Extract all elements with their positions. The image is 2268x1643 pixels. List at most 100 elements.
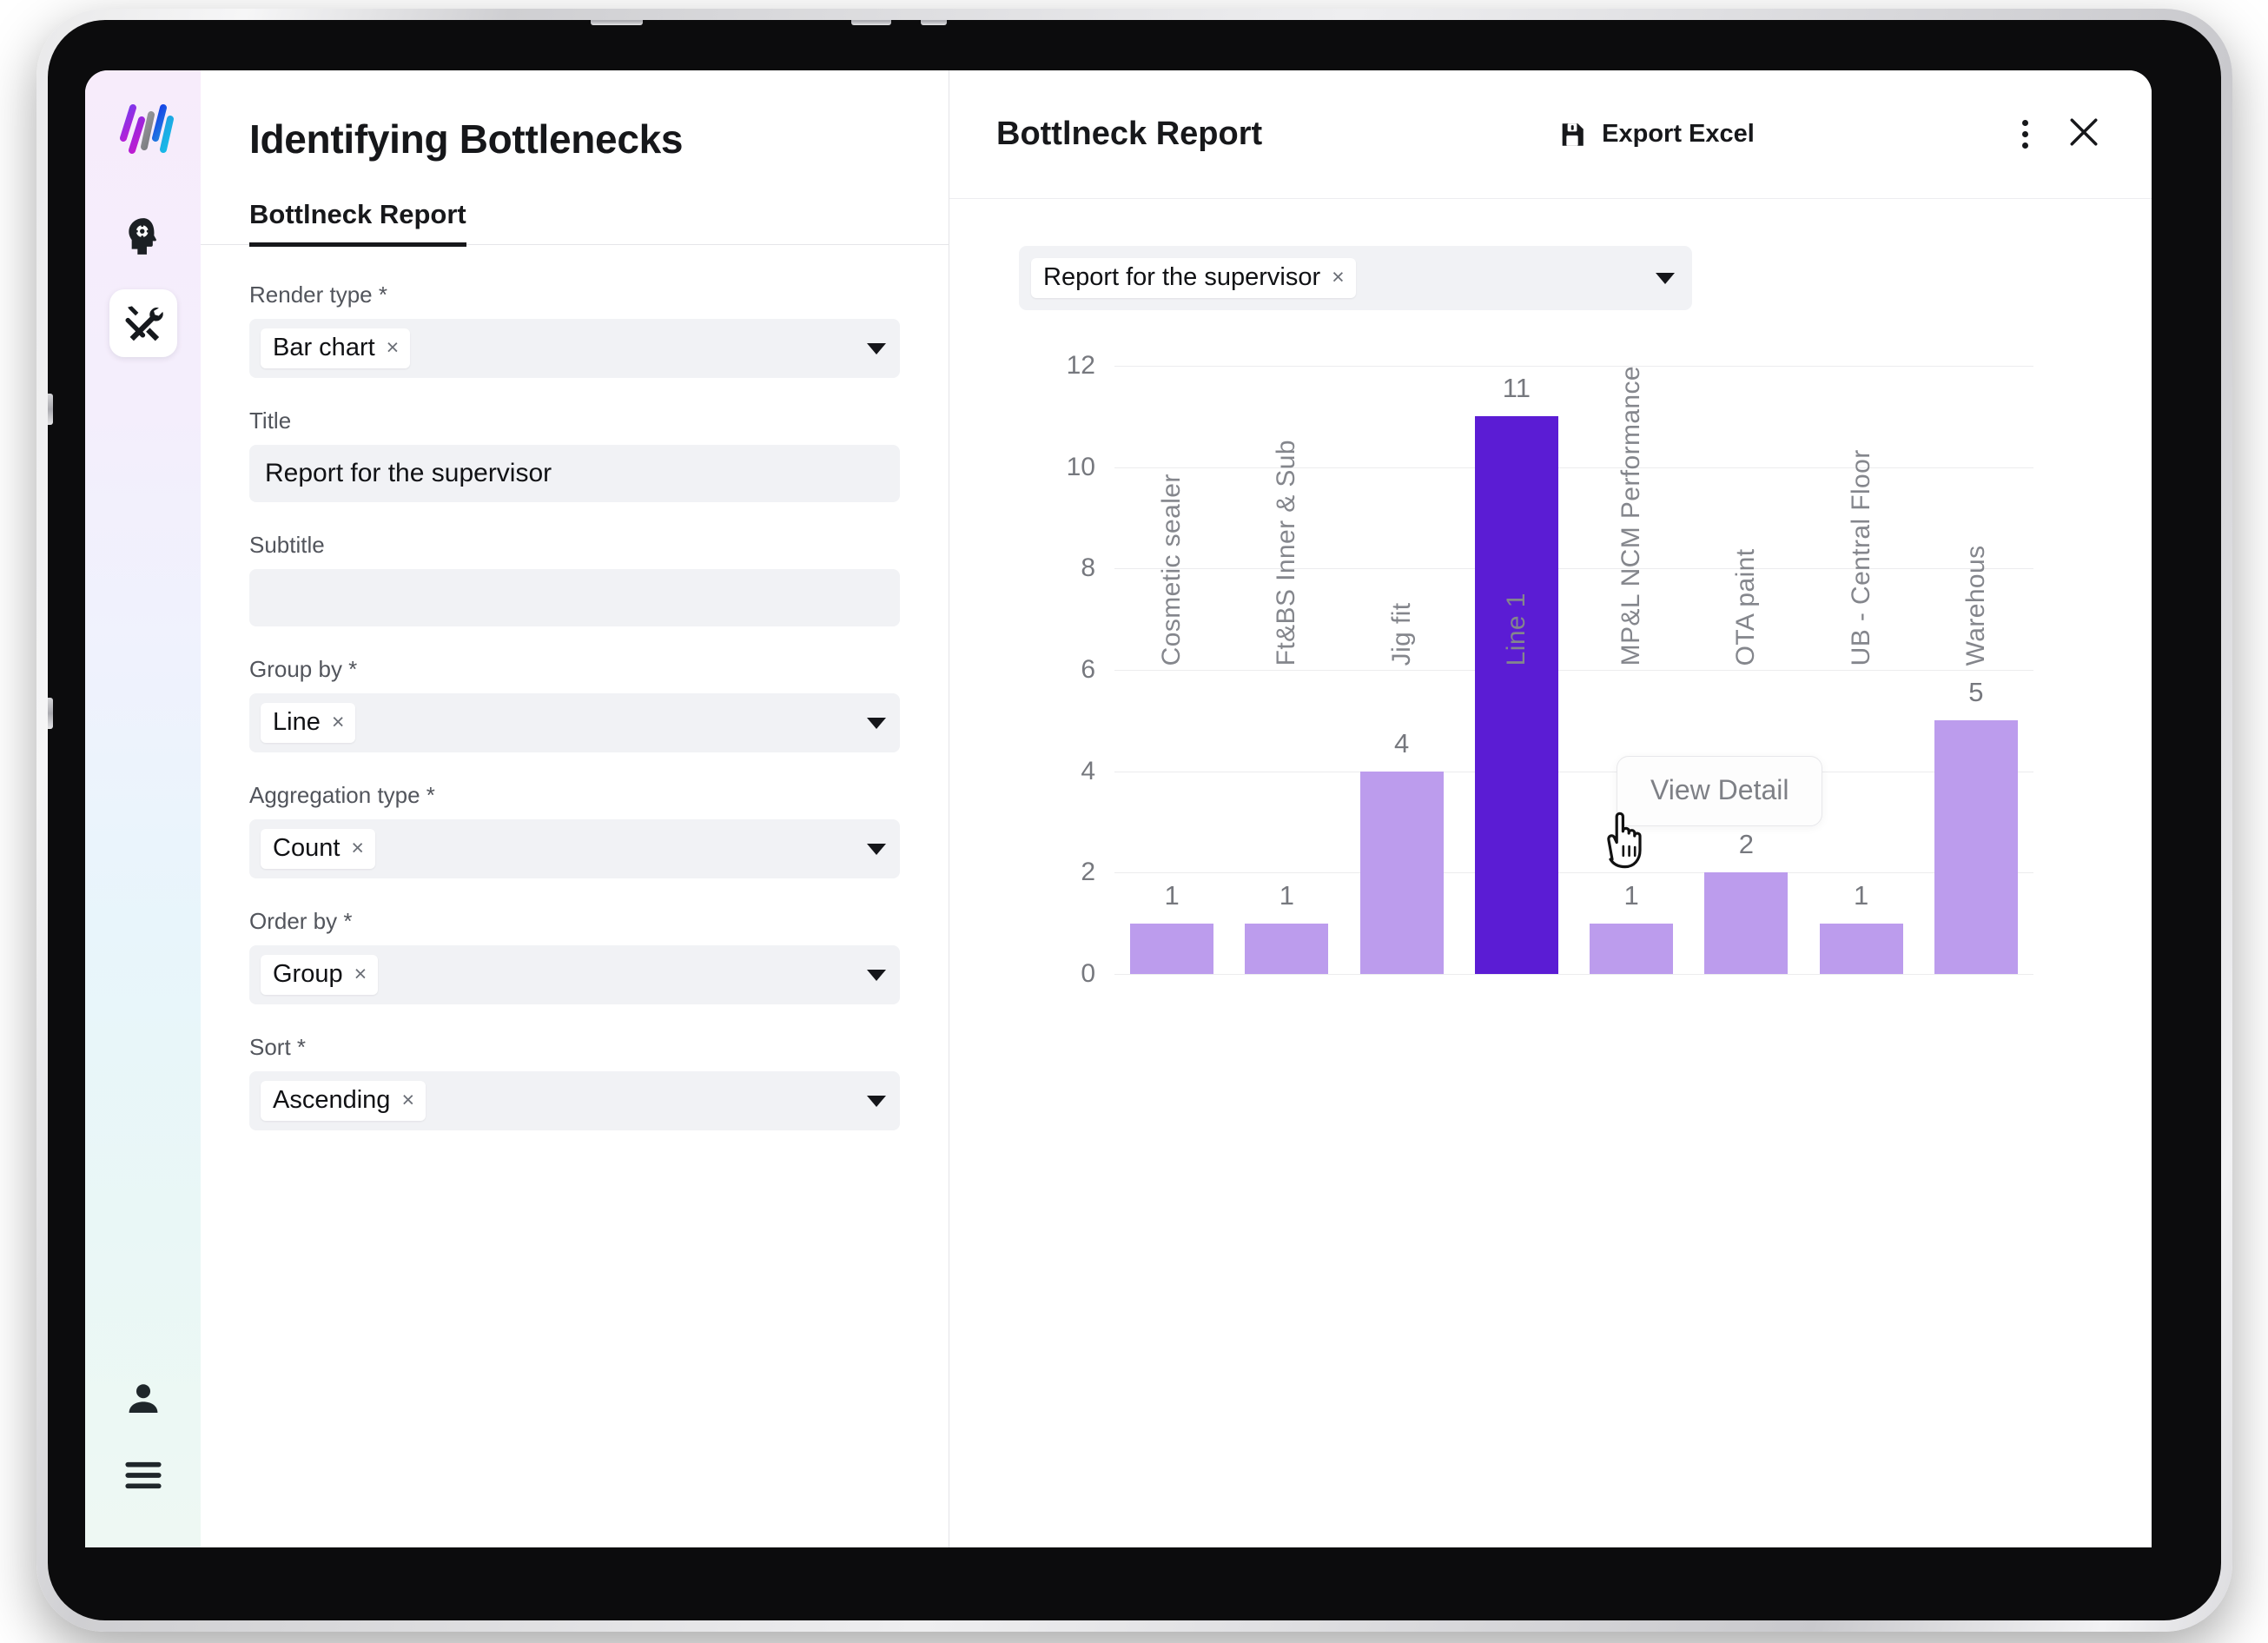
head-gear-icon [128, 218, 156, 255]
title-input[interactable]: Report for the supervisor [249, 445, 900, 502]
chip-label: Line [273, 708, 321, 736]
aggregation-type-select[interactable]: Count × [249, 819, 900, 878]
x-label-slot: Warehous [1919, 366, 2033, 685]
chevron-down-icon[interactable] [867, 1095, 886, 1107]
group-by-select[interactable]: Line × [249, 693, 900, 752]
chevron-down-icon[interactable] [867, 717, 886, 729]
x-axis-tick-label: Ft&BS Inner & Sub [1272, 440, 1301, 666]
gridline [1114, 974, 2033, 975]
report-select-wrap: Report for the supervisor × [949, 199, 2152, 310]
page-title: Identifying Bottlenecks [249, 116, 684, 162]
bar[interactable] [1245, 923, 1329, 974]
y-axis-tick-label: 12 [1066, 351, 1095, 380]
bar[interactable] [1590, 923, 1674, 974]
chip-label: Group [273, 960, 343, 988]
sidebar-item-account[interactable] [109, 1365, 177, 1433]
chip-label: Report for the supervisor [1043, 263, 1321, 291]
field-render-type: Render type * Bar chart × [249, 282, 900, 378]
hamburger-menu-icon [124, 1461, 162, 1489]
x-label-slot: UB - Central Floor [1804, 366, 1919, 685]
chart-panel-title: Bottlneck Report [996, 116, 1263, 152]
field-order-by: Order by * Group × [249, 908, 900, 1004]
x-label-slot: OTA paint [1689, 366, 1803, 685]
bar[interactable] [1819, 923, 1903, 974]
chip-remove-icon[interactable]: × [354, 964, 367, 985]
sort-select[interactable]: Ascending × [249, 1071, 900, 1130]
brand-bars-logo-icon [119, 104, 174, 154]
y-axis-tick-label: 6 [1081, 655, 1095, 684]
bar-value-label: 1 [1164, 879, 1180, 911]
device-button-top-2 [851, 20, 891, 25]
render-type-chip: Bar chart × [261, 328, 411, 368]
chart-panel: Bottlneck Report Export Excel Report for… [949, 70, 2152, 1547]
field-label: Render type * [249, 282, 387, 308]
report-config-panel: Identifying Bottlenecks Bottlneck Report… [201, 70, 949, 1547]
device-button-left-1 [48, 394, 53, 425]
user-icon [129, 1384, 157, 1413]
aggregation-type-chip: Count × [261, 829, 375, 869]
bar-value-label: 1 [1854, 879, 1869, 911]
tablet-bezel: Identifying Bottlenecks Bottlneck Report… [48, 20, 2221, 1620]
chip-remove-icon[interactable]: × [401, 1090, 414, 1111]
export-excel-button[interactable]: Export Excel [1557, 120, 1755, 149]
x-axis-tick-label: OTA paint [1731, 548, 1761, 666]
subtitle-input[interactable] [249, 569, 900, 626]
left-header: Identifying Bottlenecks [201, 70, 949, 162]
field-aggregation-type: Aggregation type * Count × [249, 782, 900, 878]
chevron-down-icon[interactable] [867, 342, 886, 354]
pointing-hand-cursor-icon [1607, 812, 1642, 869]
device-button-left-2 [48, 698, 53, 729]
bar-chart: 0 2 4 6 8 10 12 1 1 4 11 1 2 1 5 Cosmetic sealer Ft&BS… [949, 351, 2152, 1547]
field-sort: Sort * Ascending × [249, 1034, 900, 1130]
x-label-slot: Jig fit [1345, 366, 1459, 685]
bar[interactable] [1359, 771, 1444, 974]
y-axis-tick-label: 2 [1081, 858, 1095, 887]
bar-value-label: 1 [1623, 879, 1639, 911]
close-button[interactable] [2040, 106, 2103, 162]
order-by-select[interactable]: Group × [249, 945, 900, 1004]
chevron-down-icon[interactable] [867, 843, 886, 855]
bar[interactable] [1704, 872, 1789, 974]
y-axis-tick-label: 8 [1081, 553, 1095, 583]
close-x-icon [2070, 118, 2098, 146]
x-label-slot: Cosmetic sealer [1114, 366, 1229, 685]
hammer-wrench-icon [124, 306, 163, 341]
chip-remove-icon[interactable]: × [387, 337, 400, 359]
chevron-down-icon[interactable] [867, 969, 886, 981]
chip-remove-icon[interactable]: × [332, 712, 345, 733]
bar[interactable] [1130, 923, 1214, 974]
x-axis-labels: Cosmetic sealer Ft&BS Inner & Sub Jig fit L… [1114, 366, 2033, 685]
field-label: Sort * [249, 1034, 307, 1060]
chip-remove-icon[interactable]: × [1332, 267, 1345, 288]
bar[interactable] [1934, 720, 2018, 974]
bar-value-label: 2 [1738, 829, 1754, 860]
field-label: Group by * [249, 656, 358, 682]
export-excel-label: Export Excel [1602, 120, 1755, 148]
chip-label: Bar chart [273, 334, 375, 361]
kebab-menu-icon[interactable] [2010, 111, 2040, 157]
app-window: Identifying Bottlenecks Bottlneck Report… [85, 70, 2152, 1547]
order-by-chip: Group × [261, 955, 379, 995]
sidebar-rail [85, 70, 201, 1547]
sidebar-item-tools[interactable] [109, 289, 177, 357]
report-select-chip: Report for the supervisor × [1031, 258, 1356, 298]
tab-bottlneck-report[interactable]: Bottlneck Report [249, 199, 466, 247]
sidebar-item-menu[interactable] [109, 1441, 177, 1509]
device-button-top-3 [921, 20, 947, 25]
tab-bar: Bottlneck Report [201, 199, 949, 247]
y-axis-tick-label: 10 [1066, 452, 1095, 481]
render-type-select[interactable]: Bar chart × [249, 319, 900, 378]
field-group-by: Group by * Line × [249, 656, 900, 752]
tablet-device-frame: Identifying Bottlenecks Bottlneck Report… [36, 9, 2232, 1632]
y-axis-tick-label: 0 [1081, 959, 1095, 988]
sidebar-item-ai-assistant[interactable] [109, 202, 177, 270]
chart-panel-header: Bottlneck Report Export Excel [949, 70, 2152, 199]
report-select[interactable]: Report for the supervisor × [1019, 246, 1692, 310]
x-axis-tick-label: Jig fit [1386, 602, 1416, 666]
config-form: Render type * Bar chart × Title Report f… [201, 245, 949, 1195]
chip-remove-icon[interactable]: × [351, 838, 364, 859]
x-axis-tick-label: Warehous [1961, 545, 1990, 666]
x-label-slot: Ft&BS Inner & Sub [1229, 366, 1344, 685]
chevron-down-icon[interactable] [1656, 272, 1675, 284]
field-title: Title Report for the supervisor [249, 407, 900, 502]
